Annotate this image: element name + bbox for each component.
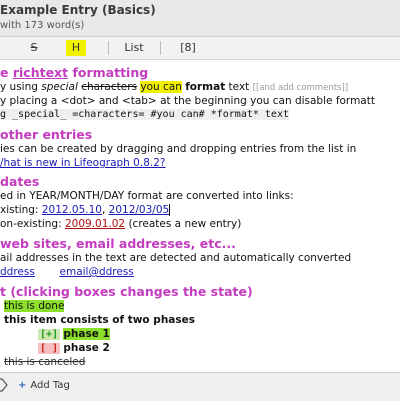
add-icon: + (18, 380, 27, 391)
checklist-item[interactable]: this is done (0, 300, 65, 312)
entry-text-editor[interactable]: e richtext formatting y using special ch… (0, 60, 400, 370)
heading-other-entries: other entries (0, 127, 93, 142)
text-line: y placing a <dot> and <tab> at the begin… (0, 95, 375, 107)
table-icon[interactable]: [8] (176, 40, 200, 56)
add-tag-label: Add Tag (30, 380, 70, 391)
add-tag-button[interactable]: + Add Tag (18, 380, 70, 391)
checklist-item[interactable]: [+] phase 1 (0, 328, 110, 340)
plain-text-line: g _special_ =characters= #you can# *form… (0, 109, 289, 120)
date-link[interactable]: 2012/03/05 (109, 204, 170, 216)
toolbar-separator (108, 41, 109, 55)
date-links-existing: xisting: 2012.05.10, 2012/03/05 (0, 204, 171, 216)
checklist-item[interactable]: this is canceled (0, 356, 85, 368)
word-count: with 173 word(s) (0, 20, 85, 31)
comment: [[and add comments]] (252, 83, 349, 93)
heading-web: web sites, email addresses, etc... (0, 236, 236, 251)
heading-dates: dates (0, 174, 40, 189)
heading-checklist: t (clicking boxes changes the state) (0, 284, 253, 299)
tag-bar: + Add Tag (0, 372, 400, 401)
list-button[interactable]: List (122, 40, 146, 56)
tag-icon (0, 378, 8, 392)
heading-richtext: e richtext formatting (0, 65, 149, 80)
entry-link[interactable]: /hat is new in Lifeograph 0.8.2? (0, 157, 165, 169)
text-line: ies can be created by dragging and dropp… (0, 143, 357, 155)
format-toolbar: S H List [8] (0, 37, 400, 60)
strikethrough-button[interactable]: S (26, 40, 42, 56)
text-line: ail addresses in the text are detected a… (0, 252, 352, 264)
checkbox-done[interactable]: [+] (38, 329, 61, 340)
date-link[interactable]: 2009.01.02 (65, 218, 125, 230)
text-line: ed in YEAR/MONTH/DAY format are converte… (0, 190, 294, 202)
email-links: ddress email@ddress (0, 266, 134, 278)
entry-title: Example Entry (Basics) (0, 3, 156, 17)
email-link[interactable]: email@ddress (60, 266, 134, 278)
checklist-item[interactable]: this item consists of two phases (0, 314, 195, 326)
text-cursor (169, 204, 171, 216)
text-line: y using special characters you can forma… (0, 81, 349, 93)
date-links-nonexisting: on-existing: 2009.01.02 (creates a new e… (0, 218, 242, 230)
toolbar-separator (160, 41, 161, 55)
date-link[interactable]: 2012.05.10 (42, 204, 102, 216)
title-bar: Example Entry (Basics) with 173 word(s) (0, 0, 400, 37)
email-link[interactable]: ddress (0, 266, 35, 278)
checklist-item[interactable]: [ ] phase 2 (0, 342, 110, 354)
highlight-button[interactable]: H (66, 40, 86, 56)
checkbox-todo[interactable]: [ ] (38, 343, 61, 354)
